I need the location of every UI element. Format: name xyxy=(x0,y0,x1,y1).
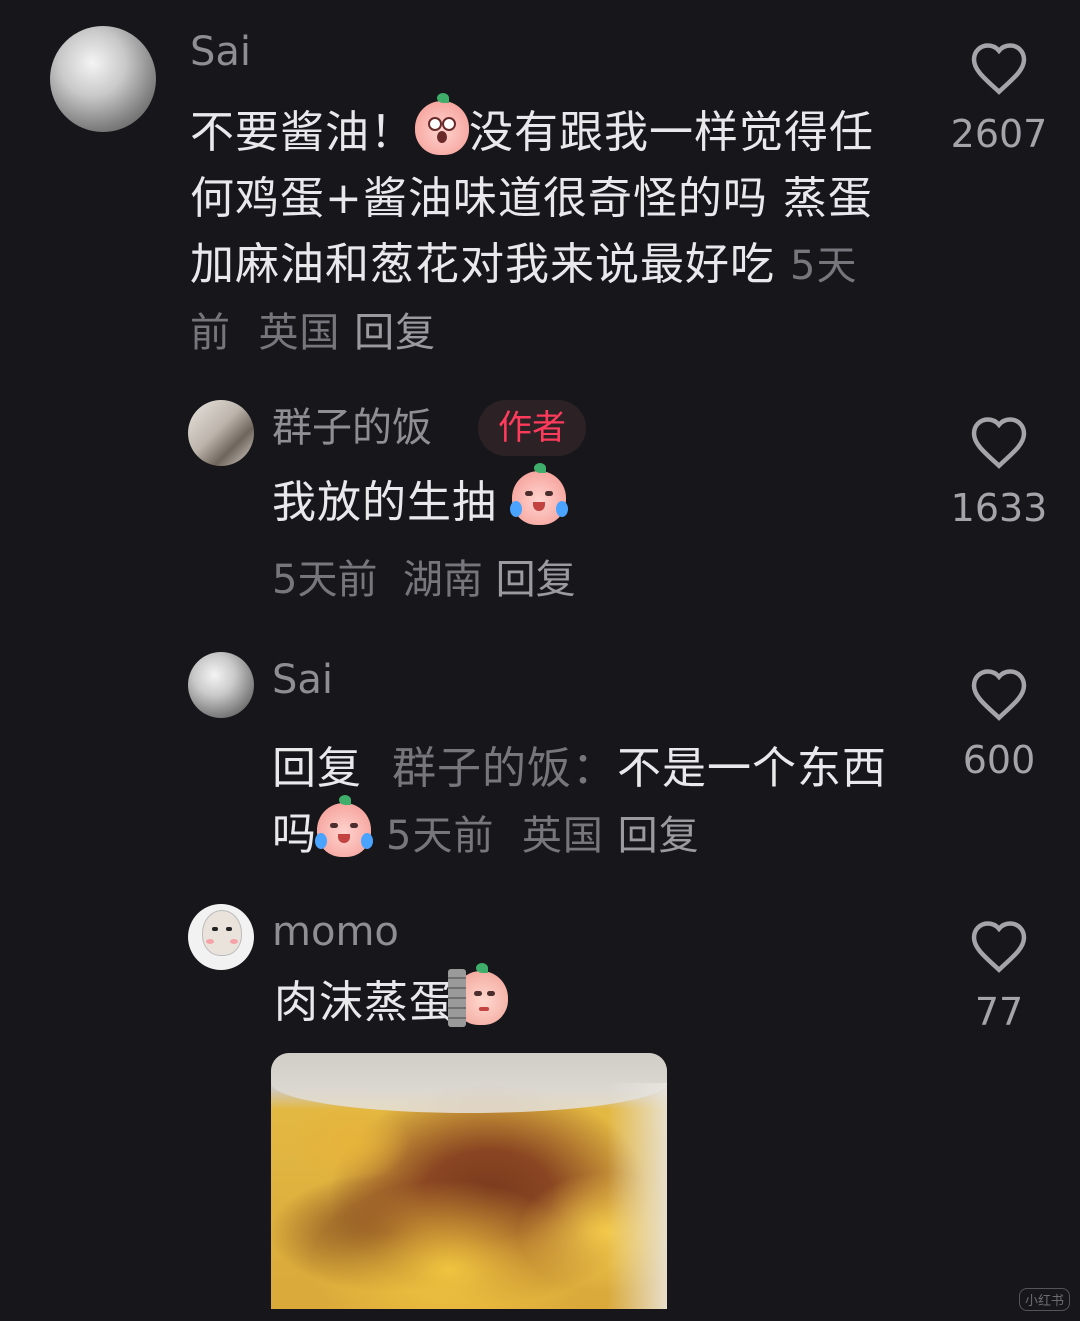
reply-prefix: 回复 xyxy=(272,743,362,794)
meme-face-icon xyxy=(202,910,242,956)
reply-button[interactable]: 回复 xyxy=(496,557,576,603)
heart-icon xyxy=(971,921,1027,973)
like-count: 77 xyxy=(974,990,1024,1034)
avatar[interactable] xyxy=(188,400,254,466)
like-button[interactable]: 1633 xyxy=(944,414,1054,530)
bowl-edge xyxy=(607,1083,667,1309)
like-button[interactable]: 600 xyxy=(944,666,1054,782)
crying-laughing-emoji-icon xyxy=(315,795,373,857)
comment-location: 英国 xyxy=(258,310,341,356)
like-count: 600 xyxy=(962,738,1036,782)
reply-button[interactable]: 回复 xyxy=(618,813,700,859)
comment-text: 肉沫蒸蛋 xyxy=(274,963,914,1036)
reply-button[interactable]: 回复 xyxy=(354,310,436,356)
reply-target-username[interactable]: 群子的饭： xyxy=(392,743,617,794)
heart-icon xyxy=(971,417,1027,469)
author-badge: 作者 xyxy=(478,400,586,456)
avatar[interactable] xyxy=(50,26,156,132)
heart-icon xyxy=(971,669,1027,721)
comment-text: 回复 群子的饭：不是一个东西吗 5天前 英国 回复 xyxy=(272,736,922,869)
like-count: 2607 xyxy=(950,112,1048,156)
heart-icon xyxy=(971,43,1027,95)
like-button[interactable]: 2607 xyxy=(944,40,1054,156)
peeking-emoji-icon xyxy=(448,963,508,1027)
comment-username[interactable]: Sai xyxy=(190,28,251,76)
comment-location: 英国 xyxy=(521,813,604,859)
watermark-logo: 小红书 xyxy=(1018,1288,1070,1311)
comment-username[interactable]: Sai xyxy=(272,656,333,704)
avatar[interactable] xyxy=(188,904,254,970)
comment-text-part: 不要酱油！ xyxy=(190,107,415,158)
shocked-emoji-icon xyxy=(415,93,469,155)
comment-location: 湖南 xyxy=(402,557,483,603)
comment-time: 5天前 xyxy=(386,813,495,859)
comment-meta: 5天前 湖南 回复 xyxy=(272,552,576,608)
comment-text: 我放的生抽 xyxy=(272,463,912,536)
avatar[interactable] xyxy=(188,652,254,718)
comment-text-part: 我放的生抽 xyxy=(272,477,497,528)
comment-text: 不要酱油！ 没有跟我一样觉得任何鸡蛋+酱油味道很奇怪的吗 蒸蛋加麻油和葱花对我来说… xyxy=(190,93,890,366)
crying-laughing-emoji-icon xyxy=(510,463,568,525)
comment-text-part: 肉沫蒸蛋 xyxy=(274,977,454,1028)
comment-image[interactable] xyxy=(271,1053,667,1309)
comment-username[interactable]: 群子的饭 xyxy=(272,404,432,452)
comment-meta: 5天前 英国 回复 xyxy=(386,813,700,859)
comment-time: 5天前 xyxy=(272,557,378,603)
like-count: 1633 xyxy=(950,486,1048,530)
like-button[interactable]: 77 xyxy=(944,918,1054,1034)
comment-username[interactable]: momo xyxy=(272,908,399,956)
